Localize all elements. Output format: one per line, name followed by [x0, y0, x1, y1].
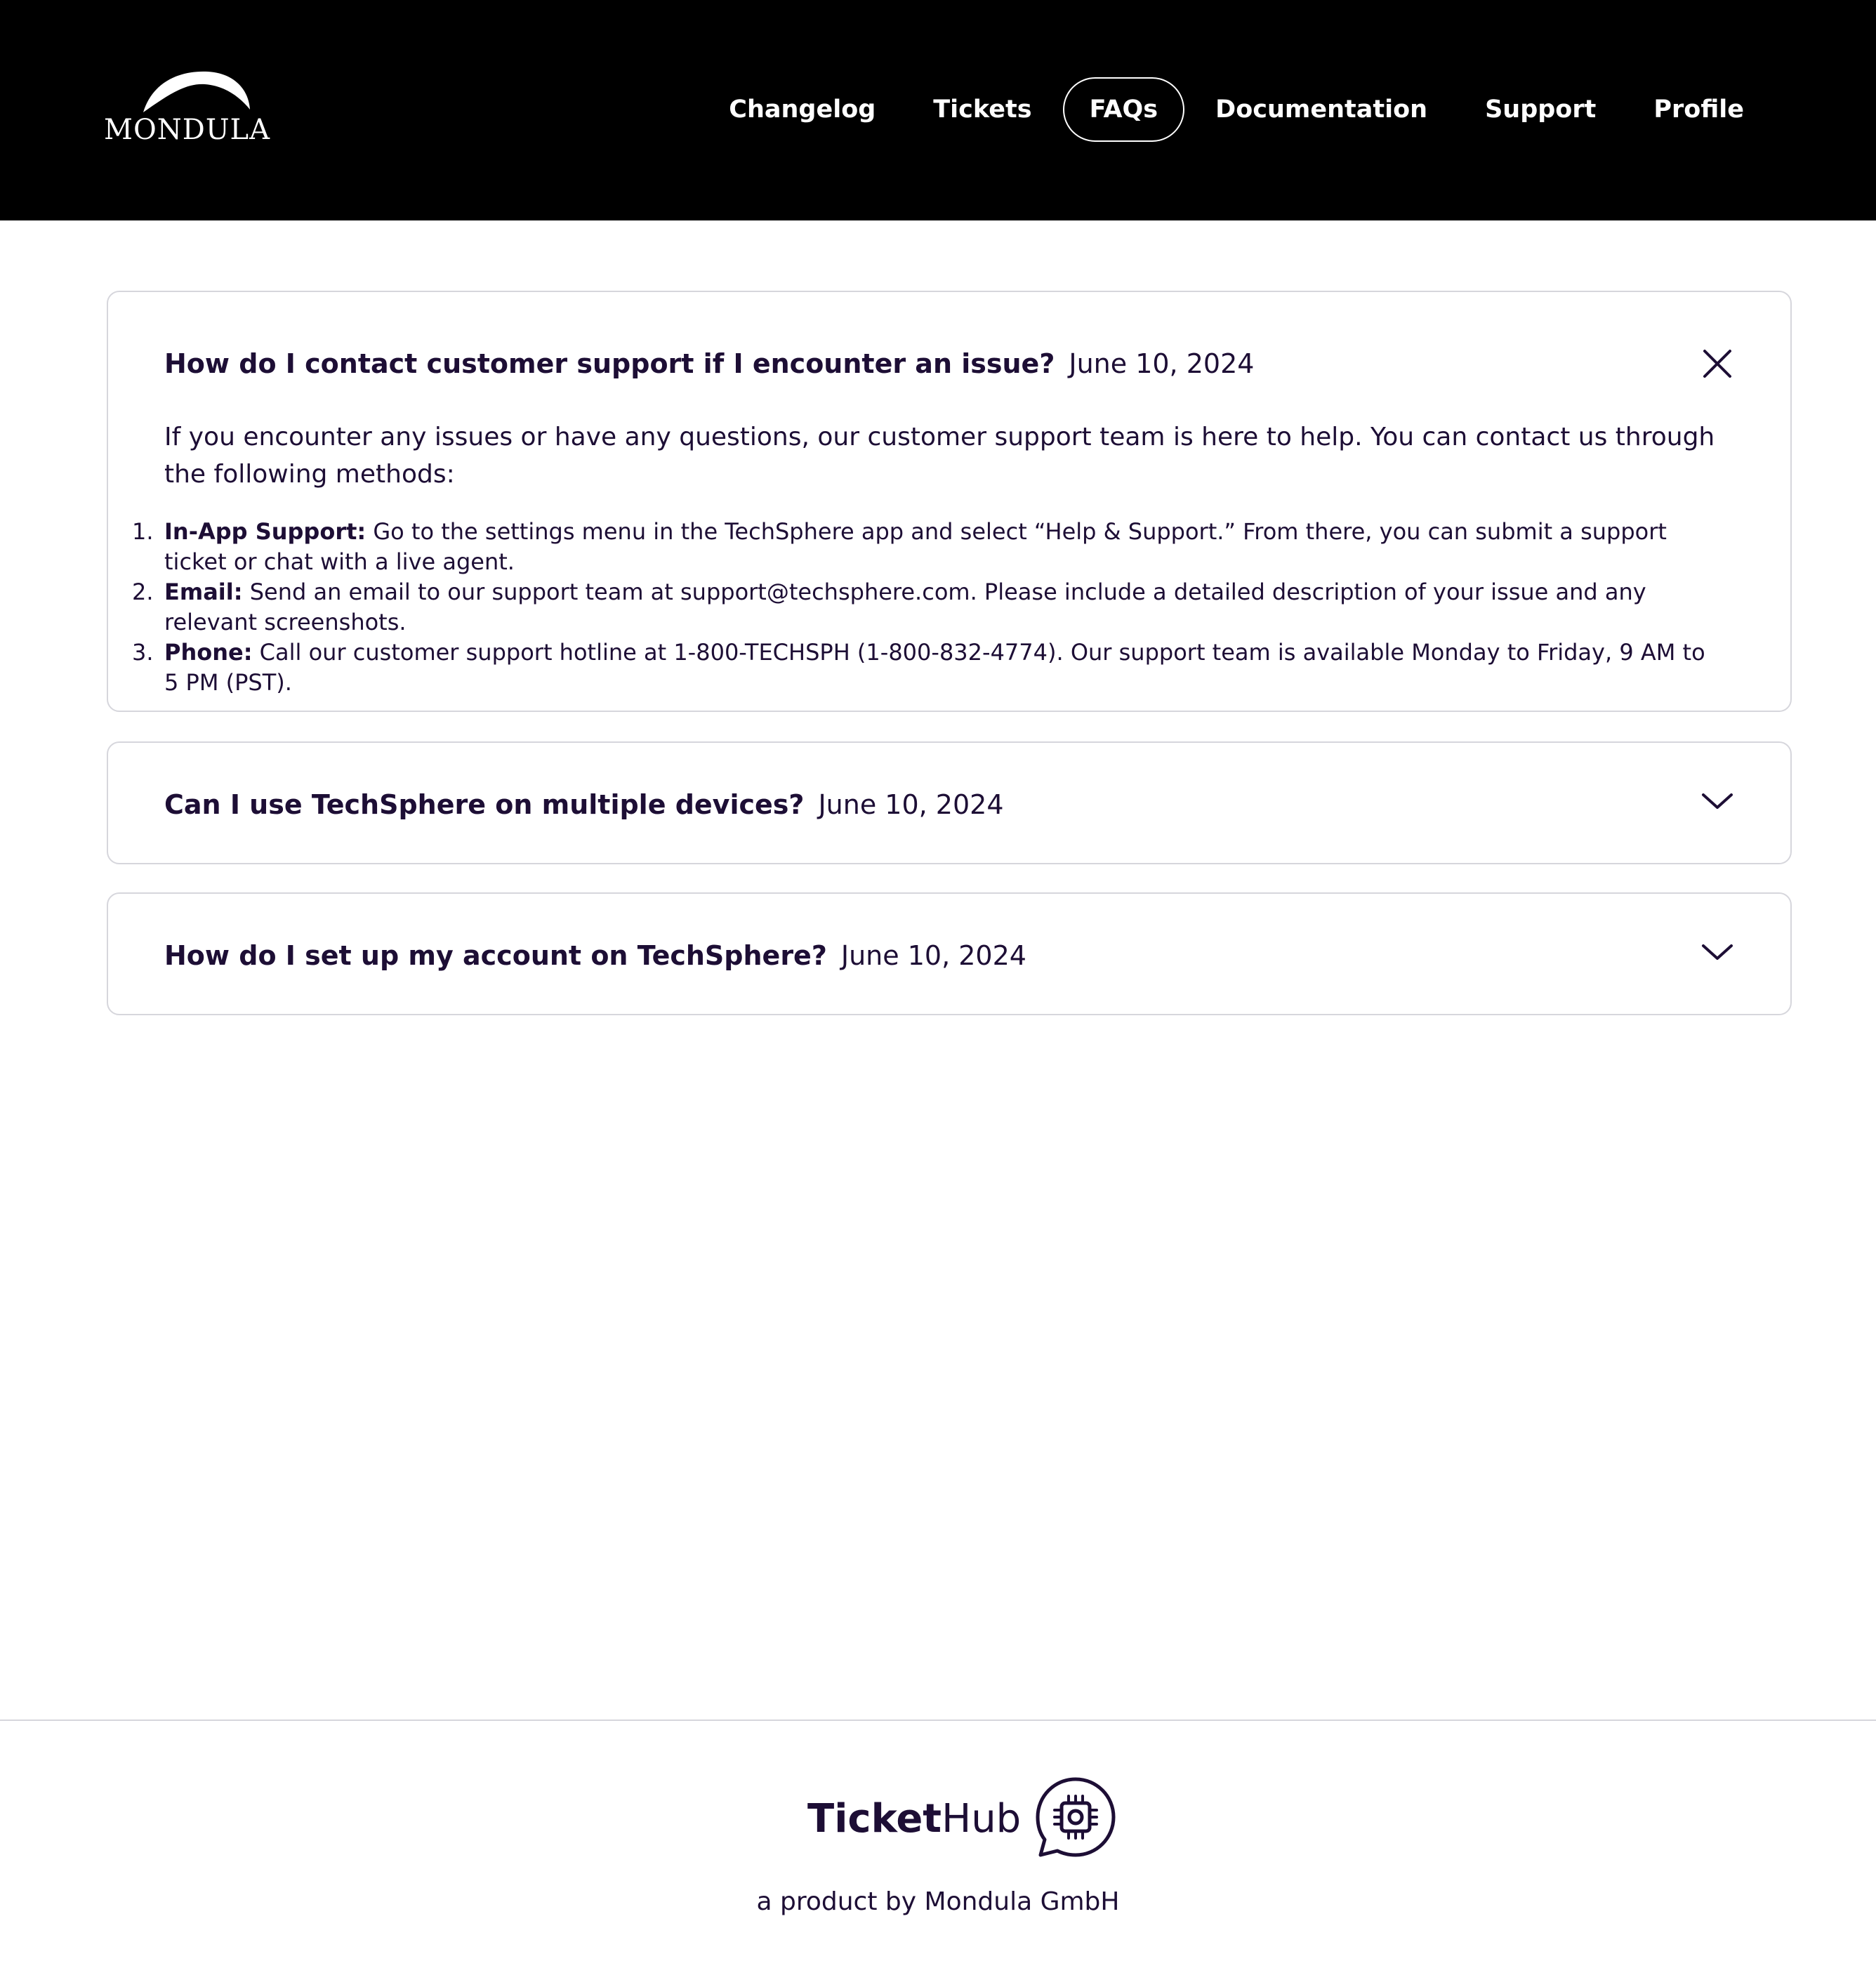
faq-question: How do I set up my account on TechSphere…: [164, 940, 827, 971]
step-text: Call our customer support hotline at 1-8…: [164, 639, 1705, 696]
faq-date: June 10, 2024: [1069, 348, 1255, 379]
step-text: Send an email to our support team at sup…: [164, 579, 1646, 635]
list-number: 1.: [132, 518, 154, 545]
mondula-logo-icon: [143, 71, 250, 112]
list-number: 2.: [132, 579, 154, 605]
nav-tickets[interactable]: Tickets: [906, 77, 1058, 142]
list-number: 3.: [132, 639, 154, 666]
nav-documentation[interactable]: Documentation: [1189, 77, 1454, 142]
faq-header[interactable]: Can I use TechSphere on multiple devices…: [164, 777, 1734, 833]
brand-name-regular: Hub: [942, 1795, 1022, 1842]
logo-wordmark: MONDULA: [104, 114, 270, 146]
nav-support[interactable]: Support: [1458, 77, 1623, 142]
step-label: In-App Support:: [164, 518, 366, 545]
top-navigation-bar: MONDULA Changelog Tickets FAQs Documenta…: [0, 0, 1876, 220]
step-label: Phone:: [164, 639, 253, 666]
step-label: Email:: [164, 579, 243, 605]
faq-answer-intro: If you encounter any issues or have any …: [164, 423, 1715, 489]
nav-changelog[interactable]: Changelog: [702, 77, 902, 142]
footer-tagline: a product by Mondula GmbH: [756, 1887, 1120, 1916]
faq-header[interactable]: How do I contact customer support if I e…: [164, 336, 1734, 392]
list-item: 3. Phone: Call our customer support hotl…: [132, 638, 1723, 698]
faq-header[interactable]: How do I set up my account on TechSphere…: [164, 928, 1734, 984]
faq-card: Can I use TechSphere on multiple devices…: [107, 741, 1792, 864]
faq-date: June 10, 2024: [840, 940, 1026, 971]
list-item: 2. Email: Send an email to our support t…: [132, 577, 1723, 638]
footer-divider: [0, 1720, 1876, 1721]
list-item: 1. In-App Support: Go to the settings me…: [132, 517, 1723, 577]
faq-card: How do I contact customer support if I e…: [107, 291, 1792, 712]
chevron-down-icon[interactable]: [1700, 785, 1734, 819]
tickethub-chip-icon: [1033, 1775, 1118, 1862]
faq-question: Can I use TechSphere on multiple devices…: [164, 789, 805, 820]
brand-name-bold: Ticket: [807, 1795, 942, 1842]
nav-profile[interactable]: Profile: [1627, 77, 1771, 142]
close-icon[interactable]: [1700, 347, 1734, 381]
faq-question: How do I contact customer support if I e…: [164, 348, 1055, 379]
faq-card: How do I set up my account on TechSphere…: [107, 892, 1792, 1015]
step-text: Go to the settings menu in the TechSpher…: [164, 518, 1667, 575]
brand-name: TicketHub: [807, 1796, 1021, 1842]
faq-date: June 10, 2024: [818, 789, 1004, 820]
mondula-logo[interactable]: MONDULA: [104, 67, 292, 150]
chevron-down-icon[interactable]: [1700, 936, 1734, 970]
tickethub-brand: TicketHub: [807, 1776, 1118, 1861]
nav-faqs[interactable]: FAQs: [1062, 77, 1185, 142]
faq-answer-steps: 1. In-App Support: Go to the settings me…: [132, 517, 1723, 698]
main-nav: Changelog Tickets FAQs Documentation Sup…: [702, 77, 1771, 142]
